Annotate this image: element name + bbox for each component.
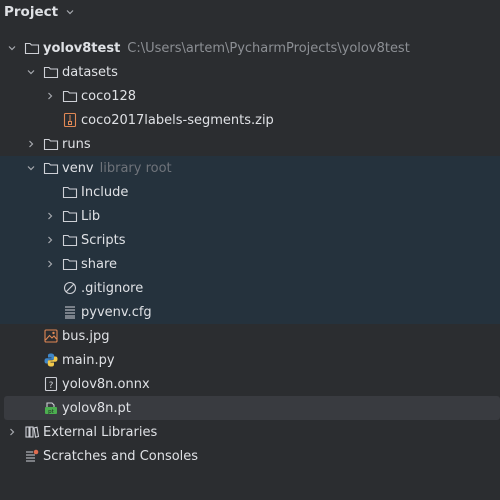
tree-item-main-py[interactable]: main.py <box>0 348 500 372</box>
folder-icon <box>24 40 40 56</box>
image-file-icon <box>43 328 59 344</box>
tree-item-label: bus.jpg <box>62 328 110 344</box>
panel-title[interactable]: Project <box>4 4 58 20</box>
chevron-down-icon[interactable] <box>25 162 37 174</box>
tree-item-label: pyvenv.cfg <box>81 304 152 320</box>
pytorch-file-icon: pt <box>43 400 59 416</box>
chevron-right-icon[interactable] <box>44 258 56 270</box>
svg-text:pt: pt <box>48 409 54 415</box>
chevron-right-icon[interactable] <box>44 210 56 222</box>
tree-item-label: Lib <box>81 208 101 224</box>
tree-item-datasets[interactable]: datasets <box>0 60 500 84</box>
tree-item-label: Include <box>81 184 129 200</box>
ignore-file-icon <box>62 280 78 296</box>
chevron-down-icon[interactable] <box>65 7 75 17</box>
tree-item-label: .gitignore <box>81 280 144 296</box>
python-file-icon <box>43 352 59 368</box>
folder-icon <box>62 208 78 224</box>
library-icon <box>24 424 40 440</box>
tree-item-yolov8n-onnx[interactable]: ? yolov8n.onnx <box>0 372 500 396</box>
library-root-hint: library root <box>99 160 172 176</box>
tree-item-coco128[interactable]: coco128 <box>0 84 500 108</box>
tree-item-venv[interactable]: venv library root <box>0 156 500 180</box>
project-tree: yolov8test C:\Users\artem\PycharmProject… <box>0 36 500 468</box>
tree-item-yolov8n-pt[interactable]: pt yolov8n.pt <box>4 396 500 420</box>
tree-item-label: External Libraries <box>43 424 158 440</box>
chevron-right-icon[interactable] <box>44 234 56 246</box>
tree-item-gitignore[interactable]: .gitignore <box>0 276 500 300</box>
svg-text:?: ? <box>49 381 54 391</box>
tree-item-pyvenv-cfg[interactable]: pyvenv.cfg <box>0 300 500 324</box>
tree-item-label: venv <box>62 160 94 176</box>
zip-archive-icon <box>62 112 78 128</box>
project-panel-header: Project <box>0 0 500 24</box>
folder-icon <box>43 64 59 80</box>
tree-item-label: runs <box>62 136 91 152</box>
tree-item-label: Scratches and Consoles <box>43 448 199 464</box>
chevron-down-icon[interactable] <box>6 42 18 54</box>
tree-item-lib[interactable]: Lib <box>0 204 500 228</box>
tree-item-root[interactable]: yolov8test C:\Users\artem\PycharmProject… <box>0 36 500 60</box>
tree-item-label: yolov8test <box>43 40 121 56</box>
tree-item-label: yolov8n.onnx <box>62 376 150 392</box>
folder-icon <box>62 88 78 104</box>
tree-item-bus-jpg[interactable]: bus.jpg <box>0 324 500 348</box>
tree-item-label: datasets <box>62 64 118 80</box>
unknown-file-icon: ? <box>43 376 59 392</box>
tree-item-label: share <box>81 256 118 272</box>
project-path: C:\Users\artem\PycharmProjects\yolov8tes… <box>127 40 410 56</box>
tree-item-label: main.py <box>62 352 115 368</box>
tree-item-label: Scripts <box>81 232 126 248</box>
tree-item-external-libraries[interactable]: External Libraries <box>0 420 500 444</box>
tree-item-scratches-consoles[interactable]: Scratches and Consoles <box>0 444 500 468</box>
folder-icon <box>62 184 78 200</box>
tree-item-runs[interactable]: runs <box>0 132 500 156</box>
chevron-right-icon[interactable] <box>25 138 37 150</box>
tree-item-label: coco128 <box>81 88 137 104</box>
config-file-icon <box>62 304 78 320</box>
tree-item-include[interactable]: Include <box>0 180 500 204</box>
folder-icon <box>43 160 59 176</box>
folder-icon <box>62 256 78 272</box>
tree-item-label: coco2017labels-segments.zip <box>81 112 274 128</box>
chevron-down-icon[interactable] <box>25 66 37 78</box>
tree-item-scripts[interactable]: Scripts <box>0 228 500 252</box>
tree-item-coco-zip[interactable]: coco2017labels-segments.zip <box>0 108 500 132</box>
scratches-icon <box>24 448 40 464</box>
chevron-right-icon[interactable] <box>6 426 18 438</box>
folder-icon <box>62 232 78 248</box>
tree-item-label: yolov8n.pt <box>62 400 131 416</box>
folder-icon <box>43 136 59 152</box>
tree-item-share[interactable]: share <box>0 252 500 276</box>
chevron-right-icon[interactable] <box>44 90 56 102</box>
